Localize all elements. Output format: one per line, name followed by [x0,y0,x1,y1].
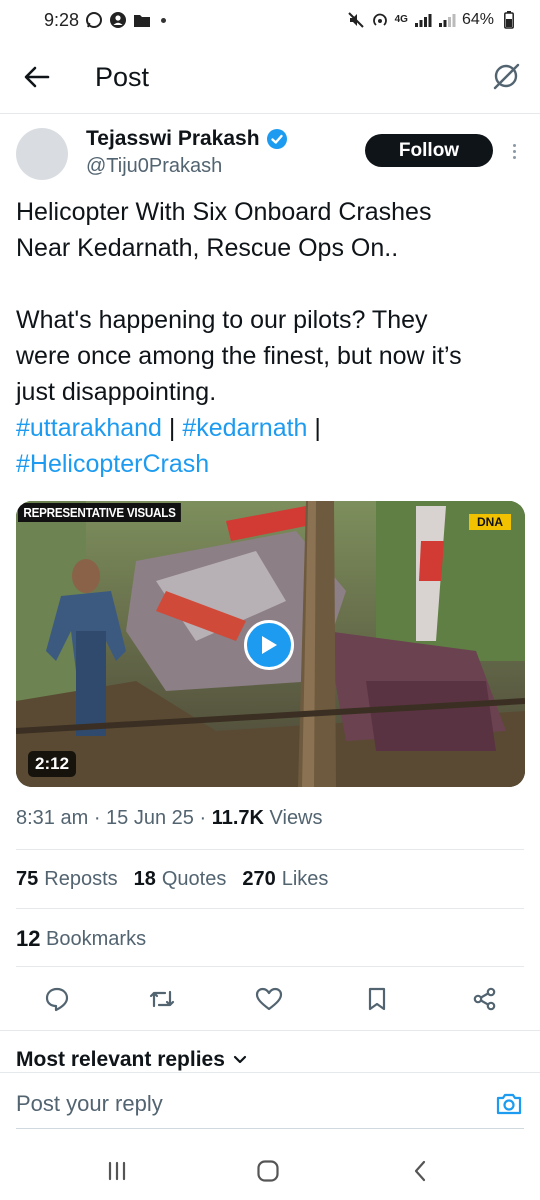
dot-icon [512,155,516,159]
views-label: Views [269,807,323,829]
hashtag-line: #uttarakhand | #kedarnath | [16,410,526,446]
mute-icon [347,11,365,29]
tweet-line: just disappointing. [16,378,217,406]
divider [0,1030,540,1031]
replies-sort-dropdown[interactable]: Most relevant replies [16,1048,247,1072]
dot-icon [512,149,516,153]
quotes-label: Quotes [161,868,227,890]
notification-dot-icon [161,17,167,23]
whatsapp-icon [85,11,103,29]
post-date: 15 Jun 25 [106,807,194,829]
chevron-down-icon [233,1055,247,1064]
share-icon [473,987,496,1011]
recent-apps-button[interactable] [102,1156,132,1186]
follow-button[interactable]: Follow [365,134,493,167]
play-button[interactable] [244,620,294,670]
video-media[interactable]: REPRESENTATIVE VISUALS DNA 2:12 [16,501,525,787]
bookmarks-count: 12 [16,926,41,951]
separator: | [161,414,183,442]
repost-button[interactable] [145,982,179,1016]
author-name[interactable]: Tejasswi Prakash [86,127,260,151]
tweet-line: Helicopter With Six Onboard Crashes [16,198,432,226]
grok-button[interactable] [490,60,522,92]
bookmark-button[interactable] [360,982,394,1016]
representative-visuals-label: REPRESENTATIVE VISUALS [18,503,182,522]
dot-icon [512,143,516,147]
engagement-stats: 75 Reposts 18 Quotes 270 Likes [16,868,328,891]
separator: | [307,414,321,442]
camera-icon [496,1093,522,1115]
post-time: 8:31 am [16,807,89,829]
camera-button[interactable] [494,1089,524,1119]
status-left: 9:28 [44,9,167,31]
reply-input[interactable] [16,1091,476,1117]
verified-badge-icon [266,128,288,150]
grok-icon [493,63,520,90]
video-duration: 2:12 [28,751,77,777]
folder-icon [133,11,151,29]
divider [16,908,524,909]
back-button[interactable] [22,62,52,92]
hashtag-link[interactable]: #uttarakhand [16,414,162,442]
tweet-text: Helicopter With Six Onboard Crashes Near… [16,194,526,482]
quotes-count: 18 [133,868,156,890]
back-nav-button[interactable] [405,1156,435,1186]
more-options-button[interactable] [503,138,525,164]
hashtag-link[interactable]: #kedarnath [182,414,307,442]
system-nav-bar [0,1140,540,1200]
reply-composer [0,1072,540,1134]
author-handle[interactable]: @Tiju0Prakash [86,155,222,178]
tweet-line: What's happening to our pilots? They [16,306,428,334]
network-type: 4G [394,14,408,25]
status-right: 4G 64% [347,11,518,29]
arrow-left-icon [24,66,50,88]
bookmarks-stat[interactable]: 12 Bookmarks [16,926,146,952]
avatar[interactable] [16,128,68,180]
signal-2-icon [438,11,456,29]
views-count: 11.7K [211,807,264,829]
play-icon [262,636,277,654]
home-icon [257,1160,279,1182]
author-name-row[interactable]: Tejasswi Prakash [86,127,288,151]
status-bar: 9:28 4G 64% [0,0,540,40]
divider [16,849,524,850]
reply-divider [16,1128,524,1129]
hashtag-link[interactable]: #HelicopterCrash [16,450,209,478]
replies-sort-label: Most relevant replies [16,1048,225,1071]
likes-count: 270 [242,868,276,890]
likes-stat[interactable]: 270 Likes [242,868,328,891]
tweet-line: were once among the finest, but now it’s [16,342,462,370]
post-header: Post [0,40,540,114]
tweet-line: Near Kedarnath, Rescue Ops On.. [16,234,399,262]
like-button[interactable] [252,982,286,1016]
share-button[interactable] [468,982,502,1016]
reposts-label: Reposts [44,868,118,890]
bookmark-icon [368,987,386,1011]
status-time: 9:28 [44,9,80,30]
signal-icon [414,11,432,29]
home-button[interactable] [253,1156,283,1186]
battery-percent: 64% [461,11,494,28]
chevron-left-icon [414,1160,426,1182]
reposts-count: 75 [16,868,39,890]
likes-label: Likes [281,868,329,890]
source-badge: DNA [469,514,511,530]
post-meta: 8:31 am · 15 Jun 25 · 11.7K Views [16,807,323,829]
reply-button[interactable] [40,982,74,1016]
account-icon [109,11,127,29]
hashtag-line: #HelicopterCrash [16,446,526,482]
repost-icon [149,990,175,1008]
bookmarks-label: Bookmarks [46,927,147,950]
quotes-stat[interactable]: 18 Quotes [134,868,227,891]
battery-icon [500,11,518,29]
heart-icon [255,987,283,1011]
hotspot-icon [371,11,389,29]
recent-apps-icon [108,1161,126,1181]
divider [16,966,524,967]
action-bar [0,982,540,1016]
page-title: Post [95,62,150,92]
reposts-stat[interactable]: 75 Reposts [16,868,118,891]
reply-icon [45,987,69,1012]
